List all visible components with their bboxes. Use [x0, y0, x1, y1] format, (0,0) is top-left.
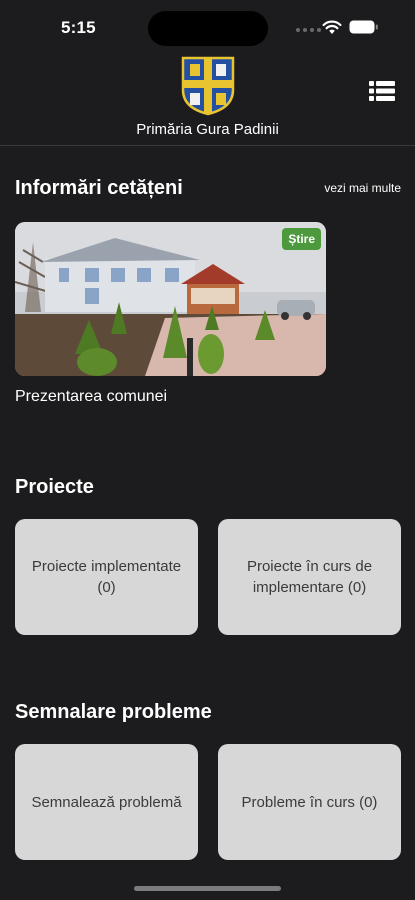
news-photo [15, 222, 326, 376]
news-card[interactable]: Știre [15, 222, 326, 376]
report-issue-tile[interactable]: Semnalează problemă [15, 744, 198, 860]
ongoing-issues-tile[interactable]: Probleme în curs (0) [218, 744, 401, 860]
battery-icon [349, 20, 378, 34]
list-menu-icon[interactable] [369, 80, 395, 102]
coat-of-arms-logo [181, 56, 235, 116]
wifi-icon [322, 20, 342, 34]
home-indicator[interactable] [134, 886, 281, 891]
news-caption[interactable]: Prezentarea comunei [15, 388, 167, 406]
projects-section-title: Proiecte [15, 476, 94, 498]
status-bar: 5:15 [0, 0, 415, 52]
dynamic-island [148, 11, 268, 46]
news-section-title: Informări cetățeni [15, 177, 183, 199]
cellular-signal-icon [296, 28, 321, 32]
ongoing-projects-tile[interactable]: Proiecte în curs de implementare (0) [218, 519, 401, 635]
news-badge: Știre [282, 228, 321, 250]
status-time: 5:15 [61, 18, 96, 37]
implemented-projects-tile[interactable]: Proiecte implementate (0) [15, 519, 198, 635]
header-title: Primăria Gura Padinii [136, 121, 279, 138]
app-screen: 5:15 Primăria Gura Padinii Informări cet… [0, 0, 415, 900]
issues-section-title: Semnalare probleme [15, 701, 212, 723]
see-more-link[interactable]: vezi mai multe [324, 181, 401, 195]
app-header: Primăria Gura Padinii [0, 52, 415, 146]
